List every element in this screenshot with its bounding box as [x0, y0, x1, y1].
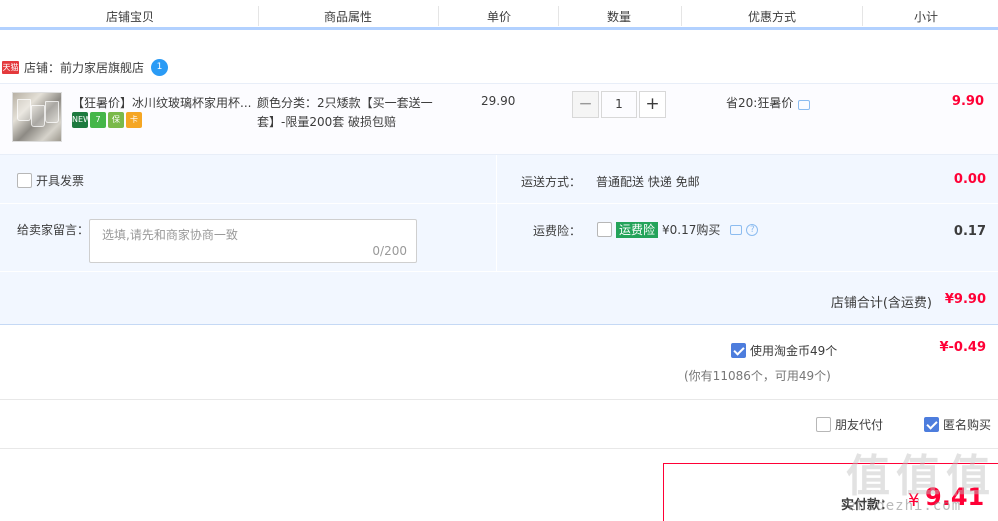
- discount-detail-icon[interactable]: [798, 99, 811, 110]
- header-col-price: 单价: [486, 10, 511, 24]
- credit-card-icon[interactable]: 卡: [126, 112, 142, 128]
- horizontal-divider: [0, 203, 998, 204]
- payment-currency: ¥: [908, 490, 920, 511]
- cart-item-row: 【狂暑价】冰川纹玻璃杯家用杯... NEW 7 保 卡 颜色分类：2只矮款【买一…: [0, 83, 998, 155]
- seller-memo-label: 给卖家留言：: [17, 223, 90, 237]
- shipping-insurance-price: ¥0.17购买: [662, 223, 721, 237]
- header-col-discount: 优惠方式: [747, 10, 796, 24]
- header-col-attributes: 商品属性: [323, 10, 372, 24]
- header-col-item: 店铺宝贝: [105, 10, 154, 24]
- shop-info: 天猫 店铺：前力家居旗舰店 1: [2, 58, 169, 76]
- glass-shape: [31, 105, 45, 127]
- help-icon[interactable]: ?: [746, 223, 759, 236]
- taobao-coin-option[interactable]: 使用淘金币49个: [731, 342, 837, 359]
- discount-label: 省20:狂暑价: [726, 96, 794, 110]
- taobao-coin-checkbox[interactable]: [731, 343, 746, 358]
- header-separator: [438, 6, 439, 26]
- header-separator: [862, 6, 863, 26]
- horizontal-divider: [0, 271, 998, 272]
- payment-label: 实付款：: [841, 498, 894, 513]
- seller-memo-counter: 0/200: [372, 244, 407, 258]
- tmall-logo-icon: 天猫: [2, 60, 19, 74]
- header-separator: [258, 6, 259, 26]
- service-badges: NEW 7 保 卡: [72, 112, 142, 128]
- shop-total-label: 店铺合计(含运费): [830, 296, 932, 311]
- shipping-method-label: 运送方式：: [521, 175, 582, 189]
- guarantee-icon[interactable]: 保: [108, 112, 124, 128]
- product-title-link[interactable]: 【狂暑价】冰川纹玻璃杯家用杯...: [72, 94, 254, 111]
- shipping-insurance-checkbox[interactable]: [597, 222, 612, 237]
- vertical-divider: [496, 155, 497, 271]
- anonymous-purchase-label: 匿名购买: [943, 418, 992, 432]
- header-col-subtotal: 小计: [913, 10, 938, 24]
- shipping-fee: 0.00: [953, 172, 986, 187]
- new-badge-icon[interactable]: NEW: [72, 112, 91, 128]
- order-options-block: 开具发票 运送方式： 普通配送 快递 免邮 0.00 给卖家留言： 选填,请先和…: [0, 155, 998, 325]
- invoice-option[interactable]: 开具发票: [17, 172, 84, 189]
- section-divider: [0, 399, 998, 400]
- header-col-quantity: 数量: [606, 10, 631, 24]
- quantity-input[interactable]: 1: [601, 91, 637, 118]
- item-subtotal: 9.90: [951, 94, 984, 109]
- invoice-label: 开具发票: [36, 174, 85, 188]
- shipping-insurance-tag: 运费险: [616, 221, 659, 238]
- quantity-increase-button[interactable]: +: [639, 91, 666, 118]
- friend-pay-label: 朋友代付: [835, 418, 884, 432]
- shop-total-value: ¥9.90: [944, 292, 986, 307]
- glass-shape: [17, 99, 31, 121]
- seven-day-return-icon[interactable]: 7: [90, 112, 106, 128]
- quantity-decrease-button[interactable]: −: [572, 91, 599, 118]
- seller-memo-input[interactable]: 选填,请先和商家协商一致 0/200: [89, 219, 417, 263]
- taobao-coin-note: (你有11086个，可用49个): [684, 369, 831, 383]
- taobao-coin-label: 使用淘金币49个: [750, 344, 838, 358]
- section-divider: [0, 448, 998, 449]
- insurance-chat-icon[interactable]: [730, 224, 743, 235]
- discount-info: 省20:狂暑价: [726, 94, 811, 111]
- taobao-coin-discount: ¥-0.49: [939, 340, 986, 355]
- shipping-insurance-fee: 0.17: [953, 224, 986, 239]
- shipping-insurance-option: 运费险 ¥0.17购买 ?: [597, 221, 759, 238]
- quantity-stepper: − 1 +: [572, 91, 666, 118]
- friend-pay-checkbox[interactable]: [816, 417, 831, 432]
- shipping-method-value: 普通配送 快递 免邮: [596, 175, 700, 189]
- friend-pay-option[interactable]: 朋友代付: [816, 416, 883, 433]
- wangwang-chat-icon[interactable]: 1: [151, 58, 169, 76]
- invoice-checkbox[interactable]: [17, 173, 32, 188]
- product-attributes: 颜色分类：2只矮款【买一套送一套】-限量200套 破损包赔: [257, 96, 433, 129]
- cart-header: 店铺宝贝 商品属性 单价 数量 优惠方式 小计: [0, 0, 998, 30]
- product-thumbnail[interactable]: [12, 92, 62, 142]
- shop-name-link[interactable]: 店铺：前力家居旗舰店: [24, 59, 144, 76]
- unit-price: 29.90: [481, 94, 516, 108]
- anonymous-purchase-checkbox[interactable]: [924, 417, 939, 432]
- shipping-insurance-label: 运费险：: [533, 224, 582, 238]
- header-separator: [681, 6, 682, 26]
- header-separator: [558, 6, 559, 26]
- glass-shape: [45, 101, 59, 123]
- anonymous-purchase-option[interactable]: 匿名购买: [924, 416, 991, 433]
- payment-amount: 9.41: [925, 483, 985, 511]
- seller-memo-placeholder: 选填,请先和商家协商一致: [102, 228, 238, 242]
